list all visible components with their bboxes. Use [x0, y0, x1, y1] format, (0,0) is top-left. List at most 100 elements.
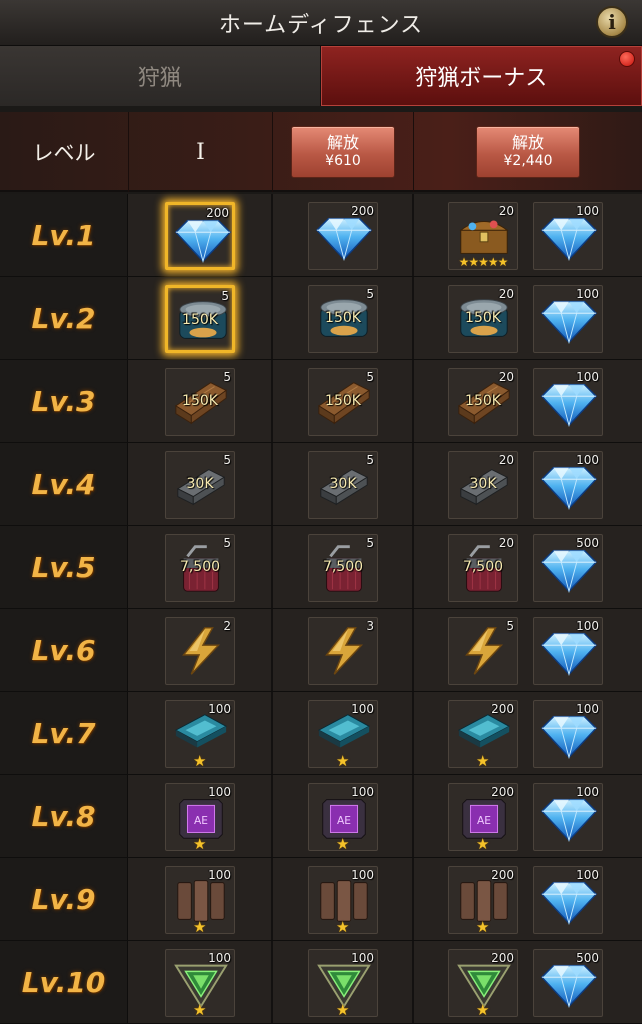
level-column-header: レベル — [0, 112, 128, 192]
reward-item[interactable]: 100 — [533, 285, 603, 353]
reward-row: Lv.8 AE 100 ★ AE 100 ★ AE 200 ★ 100 — [0, 775, 642, 858]
reward-amount: 30K — [329, 476, 357, 492]
reward-item[interactable]: 2 — [165, 617, 235, 685]
level-label: Lv.2 — [31, 301, 96, 335]
reward-amount: 30K — [469, 476, 497, 492]
reward-row: Lv.3 5 150K 5 150K 20 150K 100 — [0, 360, 642, 443]
tier-header-row: レベル I 解放 ¥610 解放 ¥2,440 — [0, 112, 642, 192]
reward-item[interactable]: 100 ★ — [308, 866, 378, 935]
reward-item[interactable]: 100 — [533, 202, 603, 270]
reward-quantity: 100 — [576, 287, 599, 301]
reward-item[interactable]: 5 — [448, 617, 518, 685]
reward-quantity: 100 — [576, 785, 599, 799]
level-cell: Lv.6 — [0, 609, 128, 691]
level-cell: Lv.8 — [0, 775, 128, 857]
reward-quantity: 100 — [351, 785, 374, 799]
reward-amount: 150K — [325, 310, 361, 326]
reward-quantity: 5 — [366, 370, 374, 384]
level-cell: Lv.7 — [0, 692, 128, 774]
reward-row: Lv.10 100 ★ 100 ★ 200 ★ 500 — [0, 941, 642, 1024]
reward-item[interactable]: 100 ★ — [308, 949, 378, 1019]
reward-item[interactable]: AE 100 ★ — [165, 783, 235, 853]
reward-item[interactable]: 20 7,500 — [448, 534, 518, 602]
reward-item[interactable]: 200 — [165, 202, 235, 270]
reward-item[interactable]: AE 200 ★ — [448, 783, 518, 852]
reward-item[interactable]: 200 — [308, 202, 378, 270]
level-cell: Lv.10 — [0, 941, 128, 1023]
tier-1-label: I — [196, 139, 205, 165]
svg-text:AE: AE — [477, 814, 491, 827]
info-icon[interactable]: i — [596, 6, 628, 38]
reward-item[interactable]: 100 ★ — [165, 949, 235, 1018]
lightning-icon — [182, 627, 221, 675]
reward-item[interactable]: 100 — [533, 783, 603, 851]
reward-item[interactable]: 100 — [533, 617, 603, 685]
reward-item[interactable]: 5 7,500 — [308, 534, 378, 602]
reward-item[interactable]: 100 — [533, 700, 603, 768]
notification-dot-icon — [619, 51, 635, 67]
reward-quantity: 2 — [223, 619, 231, 633]
reward-quantity: 100 — [208, 785, 231, 799]
reward-item[interactable]: AE 100 ★ — [308, 783, 378, 852]
reward-item[interactable]: 200 ★ — [448, 866, 518, 935]
reward-amount: 7,500 — [179, 559, 221, 575]
reward-item[interactable]: 20 150K — [448, 368, 518, 436]
reward-item[interactable]: 100 — [533, 451, 603, 519]
reward-amount: 150K — [182, 312, 218, 328]
reward-item[interactable]: 100 ★ — [165, 866, 235, 935]
reward-item[interactable]: 500 — [533, 534, 603, 602]
svg-text:AE: AE — [337, 814, 351, 827]
reward-item[interactable]: 3 — [308, 617, 378, 685]
unlock-tier-2-button[interactable]: 解放 ¥610 — [291, 126, 395, 178]
reward-item[interactable]: 200 ★ — [448, 949, 518, 1018]
reward-quantity: 20 — [498, 287, 514, 301]
reward-item[interactable]: 20 30K — [448, 451, 518, 519]
reward-quantity: 200 — [351, 204, 374, 218]
reward-item[interactable]: 100 ★ — [308, 700, 378, 769]
reward-quantity: 100 — [576, 370, 599, 384]
reward-quantity: 100 — [576, 868, 599, 882]
reward-quantity: 5 — [223, 370, 231, 384]
tab-hunting-bonus[interactable]: 狩猟ボーナス — [320, 46, 642, 106]
tier-3-header: 解放 ¥2,440 — [414, 112, 642, 192]
reward-row: Lv.2 5 150K 5 150K 20 150K 100 — [0, 277, 642, 360]
reward-item[interactable]: 200 ★ — [448, 700, 518, 769]
reward-item[interactable]: 100 — [533, 866, 603, 934]
level-label: Lv.9 — [31, 882, 96, 916]
reward-amount: 30K — [186, 476, 214, 492]
star-icon: ★ — [193, 835, 207, 853]
reward-item[interactable]: 5 150K — [308, 368, 378, 436]
level-label: Lv.4 — [31, 467, 96, 501]
level-cell: Lv.9 — [0, 858, 128, 940]
level-label: Lv.10 — [21, 965, 106, 999]
reward-quantity: 100 — [208, 702, 231, 716]
reward-row: Lv.1 200 200 20 ★★★★★ 100 — [0, 194, 642, 277]
level-cell: Lv.1 — [0, 194, 128, 276]
level-label: Lv.1 — [31, 218, 96, 252]
reward-row: Lv.4 5 30K 5 30K 20 30K 100 — [0, 443, 642, 526]
reward-item[interactable]: 5 30K — [308, 451, 378, 519]
tab-hunting[interactable]: 狩猟 — [0, 46, 321, 106]
reward-item[interactable]: 5 150K — [165, 368, 235, 436]
reward-amount: 150K — [465, 393, 501, 409]
reward-item[interactable]: 100 ★ — [165, 700, 235, 770]
star-icon: ★ — [193, 752, 207, 770]
reward-item[interactable]: 500 — [533, 949, 603, 1017]
reward-row: Lv.9 100 ★ 100 ★ 200 ★ 100 — [0, 858, 642, 941]
reward-amount: 150K — [465, 310, 501, 326]
star-icon: ★ — [336, 1001, 350, 1019]
reward-item[interactable]: 100 — [533, 368, 603, 436]
reward-item[interactable]: 5 30K — [165, 451, 235, 519]
rarity-stars: ★★★★★ — [458, 255, 509, 269]
reward-item[interactable]: 5 7,500 — [165, 534, 235, 602]
reward-quantity: 200 — [491, 785, 514, 799]
unlock-tier-3-button[interactable]: 解放 ¥2,440 — [476, 126, 580, 178]
reward-item[interactable]: 20 ★★★★★ — [448, 202, 518, 270]
reward-item[interactable]: 20 150K — [448, 285, 518, 353]
tab-bar: 狩猟 狩猟ボーナス — [0, 46, 642, 106]
reward-amount: 150K — [325, 393, 361, 409]
reward-item[interactable]: 5 150K — [165, 285, 235, 353]
reward-row: Lv.7 100 ★ 100 ★ 200 ★ 100 — [0, 692, 642, 775]
reward-row: Lv.5 5 7,500 5 7,500 20 7,500 500 — [0, 526, 642, 609]
reward-item[interactable]: 5 150K — [308, 285, 378, 353]
